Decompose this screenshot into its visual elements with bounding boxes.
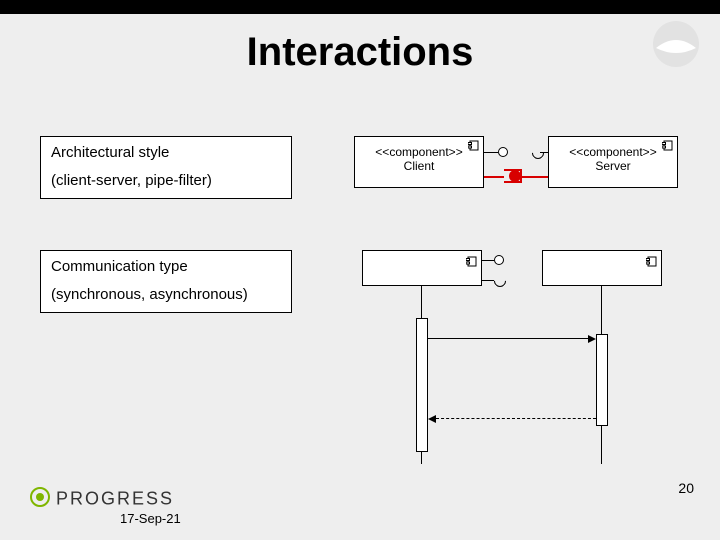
connector-stub	[484, 152, 498, 153]
callout-architectural-style: Architectural style (client-server, pipe…	[40, 136, 292, 199]
message-call	[428, 338, 590, 339]
stereotype: <<component>>	[549, 145, 677, 159]
component-icon	[468, 140, 479, 151]
sequence-lifeline-head-left	[362, 250, 482, 286]
top-bar	[0, 0, 720, 14]
component-name: Client	[355, 159, 483, 173]
footer-date: 17-Sep-21	[120, 511, 181, 526]
connector-stub	[482, 280, 494, 281]
connector-stub	[482, 260, 494, 261]
activation-left	[416, 318, 428, 452]
activation-right	[596, 334, 608, 426]
sequence-lifeline-head-right	[542, 250, 662, 286]
red-ball-icon	[509, 170, 521, 182]
component-name: Server	[549, 159, 677, 173]
provided-interface-icon	[494, 255, 504, 265]
progress-logo-icon	[30, 487, 50, 512]
connector-stub	[540, 152, 548, 153]
red-connector-line	[522, 176, 548, 178]
brand-name: PROGRESS	[56, 488, 174, 508]
slide-title: Interactions	[0, 30, 720, 75]
callout-main: Communication type	[51, 257, 281, 277]
arrow-left-icon	[428, 415, 436, 423]
callout-communication-type: Communication type (synchronous, asynchr…	[40, 250, 292, 313]
message-return	[436, 418, 596, 419]
component-icon	[646, 254, 657, 265]
red-connector-line	[484, 176, 504, 178]
stereotype: <<component>>	[355, 145, 483, 159]
arrow-right-icon	[588, 335, 596, 343]
component-server: <<component>> Server	[548, 136, 678, 188]
page-number: 20	[678, 480, 694, 496]
callout-sub: (synchronous, asynchronous)	[51, 285, 281, 305]
callout-main: Architectural style	[51, 143, 281, 163]
provided-interface-icon	[498, 147, 508, 157]
progress-logo: PROGRESS	[30, 487, 174, 512]
callout-sub: (client-server, pipe-filter)	[51, 171, 281, 191]
component-icon	[466, 254, 477, 265]
component-client: <<component>> Client	[354, 136, 484, 188]
required-interface-icon	[492, 273, 509, 290]
component-icon	[662, 140, 673, 151]
